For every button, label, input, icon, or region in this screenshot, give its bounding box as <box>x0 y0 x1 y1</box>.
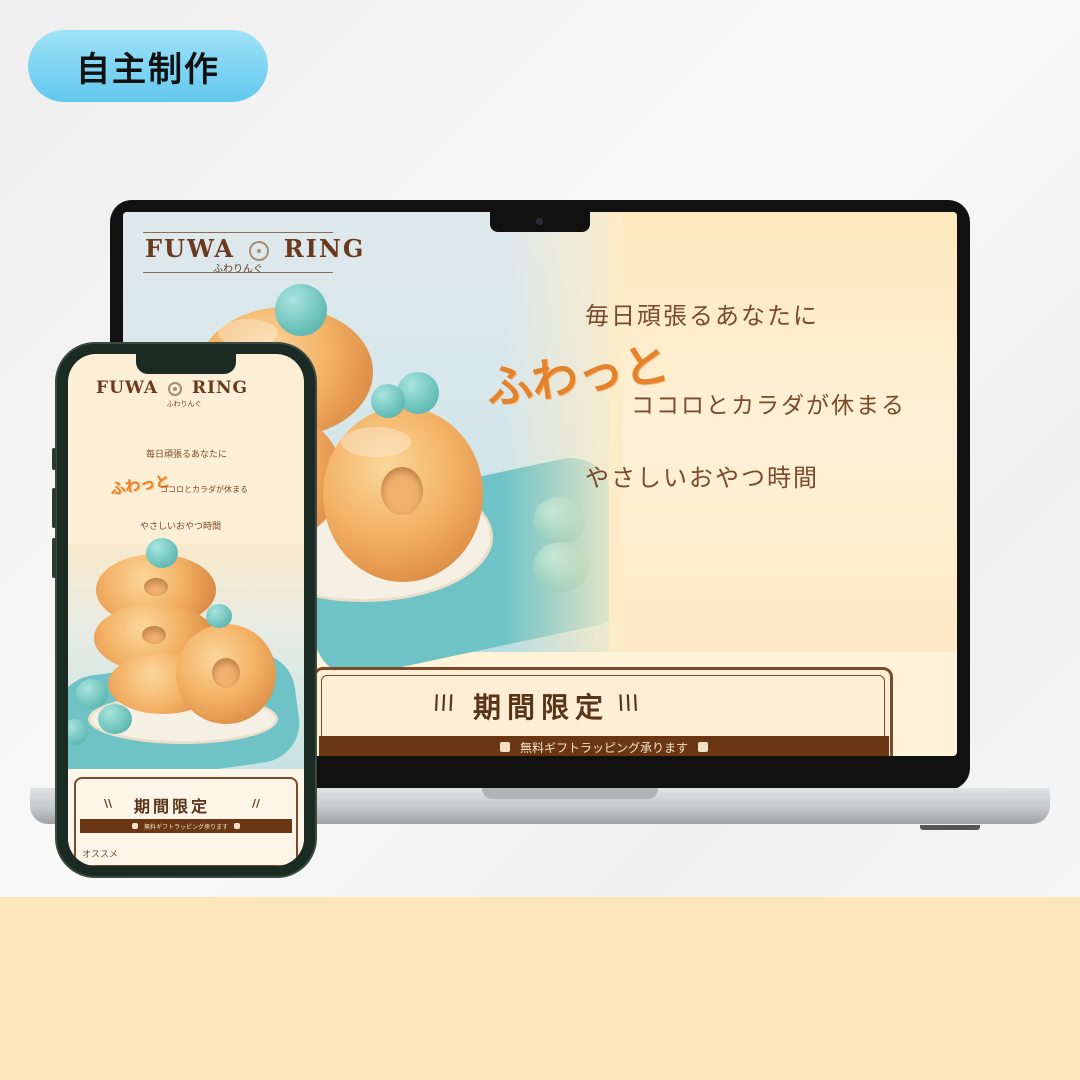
gift-wrapping-banner: 無料ギフトラッピング承ります <box>80 819 292 833</box>
catch-line-2: ココロとカラダが休まる <box>631 393 906 419</box>
catch-line-1: 毎日頑張るあなたに <box>146 450 228 460</box>
catch-line-2: ココロとカラダが休まる <box>160 485 248 494</box>
gift-icon <box>499 742 510 752</box>
logo-rule <box>143 272 333 273</box>
donut <box>323 407 483 582</box>
phone-screen: FUWA RING ふわりんぐ 毎日頑張るあなたに ふわっと ココロとカラダが休… <box>68 354 304 866</box>
egg-candy <box>206 604 232 628</box>
laptop-foot <box>920 825 980 830</box>
deco-dashes: \\ <box>104 797 113 810</box>
self-made-badge: 自主制作 <box>28 30 268 102</box>
gift-wrapping-banner: 無料ギフトラッピング承ります <box>319 736 889 756</box>
gift-icon <box>234 823 240 829</box>
catch-line-3: やさしいおやつ時間 <box>585 464 819 492</box>
gift-icon <box>131 823 138 829</box>
limited-section: \\ 期間限定 // 無料ギフトラッピング承ります オススメ <box>68 769 304 866</box>
deco-dashes: // <box>252 797 261 810</box>
brand-sub: ふわりんぐ <box>166 400 202 408</box>
hero-fade <box>503 212 623 652</box>
egg-candy <box>275 284 327 336</box>
camera-icon <box>536 218 543 225</box>
logo-rule <box>143 232 333 233</box>
phone-button <box>52 448 56 470</box>
egg-candy <box>371 384 405 418</box>
brand-word: RING <box>283 234 366 263</box>
base-lip <box>482 788 658 799</box>
ring-icon <box>249 240 270 261</box>
bottom-band <box>0 897 1080 1080</box>
limited-title: 期間限定 <box>134 797 211 816</box>
hero-copy-panel <box>609 212 957 652</box>
brand-logo[interactable]: FUWA RING <box>145 234 365 263</box>
gift-icon <box>698 742 708 752</box>
hero-photo <box>68 538 304 791</box>
catch-line-3: やさしいおやつ時間 <box>140 522 222 532</box>
egg-candy <box>98 704 132 734</box>
phone-button <box>52 538 56 578</box>
gift-banner-text: 無料ギフトラッピング承ります <box>143 823 228 831</box>
donut <box>176 624 276 724</box>
brand-word: FUWA <box>145 234 236 263</box>
brand-word: FUWA <box>96 378 159 398</box>
ring-icon <box>168 381 183 396</box>
laptop-notch <box>490 212 590 232</box>
catch-line-1: 毎日頑張るあなたに <box>585 302 819 330</box>
phone-notch <box>136 354 236 374</box>
limited-title: 期間限定 <box>473 691 610 724</box>
brand-logo[interactable]: FUWA RING <box>96 378 248 398</box>
recommend-heading: オススメ <box>82 850 119 860</box>
egg-candy <box>146 538 178 568</box>
brand-word: RING <box>191 378 249 398</box>
egg-candy <box>76 679 108 709</box>
phone-button <box>52 488 56 528</box>
gift-banner-text: 無料ギフトラッピング承ります <box>519 740 688 755</box>
